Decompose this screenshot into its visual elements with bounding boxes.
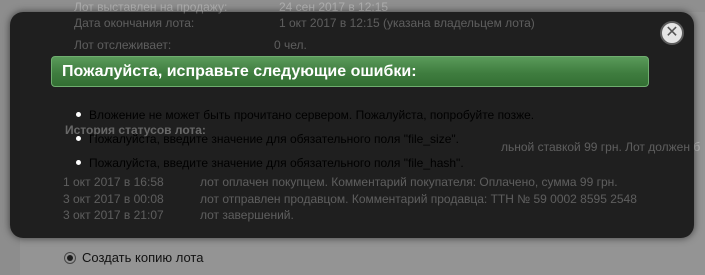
error-text: Вложение не может быть прочитано серверо… [89, 108, 535, 122]
bg-history-date-2: 3 окт 2017 в 00:08 [63, 192, 164, 206]
bg-lot-listed-value: 24 сен 2017 в 12:15 [279, 0, 389, 14]
error-item: Пожалуйста, введите значение для обязате… [73, 156, 534, 180]
error-text: Пожалуйста, введите значение для обязате… [89, 132, 459, 146]
close-button[interactable]: ✕ [660, 21, 684, 45]
dialog-title: Пожалуйста, исправьте следующие ошибки: [62, 62, 417, 80]
bg-watchers-label: Лот отслеживает: [74, 38, 172, 52]
dialog-title-bar: Пожалуйста, исправьте следующие ошибки: [51, 56, 649, 87]
bg-history-text-2: лот отправлен продавцом. Комментарий про… [200, 192, 637, 206]
close-icon: ✕ [665, 24, 679, 41]
bg-history-date-3: 3 окт 2017 в 21:07 [63, 208, 164, 222]
bullet-icon [76, 112, 81, 117]
bg-watchers-value: 0 чел. [274, 38, 307, 52]
bg-lot-end-value: 1 окт 2017 в 12:15 (указана владельцем л… [279, 16, 535, 30]
bg-history-text-3: лот завершений. [200, 208, 294, 222]
bg-lot-listed-label: Лот выставлен на продажу: [74, 0, 228, 14]
error-list: Вложение не может быть прочитано серверо… [73, 108, 534, 180]
bullet-icon [76, 136, 81, 141]
bullet-icon [76, 160, 81, 165]
error-text: Пожалуйста, введите значение для обязате… [89, 156, 464, 170]
error-item: Пожалуйста, введите значение для обязате… [73, 132, 534, 156]
error-item: Вложение не может быть прочитано серверо… [73, 108, 534, 132]
bg-lot-end-label: Дата окончания лота: [74, 16, 195, 30]
